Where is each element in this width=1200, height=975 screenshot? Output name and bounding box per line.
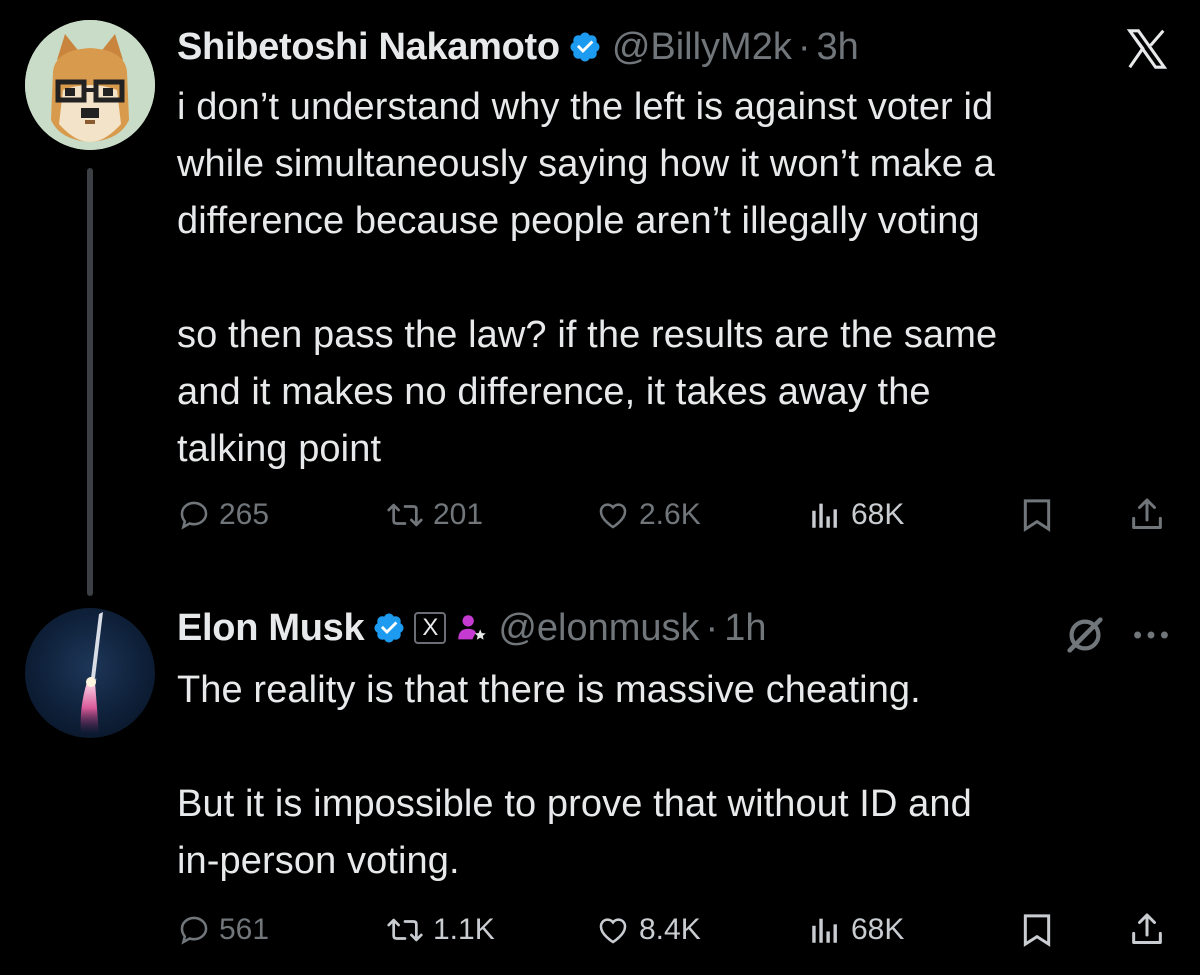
author-handle[interactable]: @BillyM2k (612, 26, 792, 69)
separator-dot: · (705, 606, 719, 649)
views-button[interactable]: 68K (807, 490, 904, 540)
verified-icon[interactable] (568, 30, 602, 64)
rocket-avatar-icon (80, 612, 103, 734)
repost-count: 1.1K (433, 913, 495, 946)
tweet-text-line: while simultaneously saying how it won’t… (177, 143, 995, 185)
action-bar: 561 1.1K 8.4K 68K (177, 905, 1177, 955)
repost-button[interactable]: 1.1K (385, 905, 495, 955)
avatar-shibetoshi[interactable] (25, 20, 155, 150)
views-icon (812, 503, 837, 528)
reply-button[interactable]: 561 (177, 905, 269, 955)
views-count: 68K (851, 498, 905, 531)
tweet-text-line: in-person voting. (177, 840, 460, 882)
x-logo-icon (1126, 29, 1168, 69)
verified-icon[interactable] (372, 611, 406, 645)
share-button[interactable] (1127, 905, 1175, 955)
avatar-elonmusk[interactable] (25, 608, 155, 738)
reply-count: 265 (219, 498, 270, 531)
x-affiliate-badge[interactable]: X (414, 612, 447, 644)
thread-line (87, 168, 93, 596)
tweet-text-line: and it makes no difference, it takes awa… (177, 371, 931, 413)
like-icon (599, 918, 627, 944)
tweet-header: Elon Musk X @elonmusk · 1h (177, 603, 766, 653)
repost-button[interactable]: 201 (385, 490, 483, 540)
repost-count: 201 (433, 498, 484, 531)
like-icon (599, 503, 627, 529)
reply-icon (180, 916, 208, 945)
author-name[interactable]: Elon Musk (177, 607, 365, 650)
like-count: 8.4K (639, 913, 701, 946)
share-icon (1132, 498, 1162, 529)
author-name[interactable]: Shibetoshi Nakamoto (177, 26, 560, 69)
grok-icon[interactable] (1062, 612, 1108, 658)
doge-avatar-icon (25, 20, 155, 150)
like-button[interactable]: 8.4K (595, 905, 701, 955)
views-count: 68K (851, 913, 905, 946)
tweet-elonmusk[interactable]: Elon Musk X @elonmusk · 1h The reality i… (0, 590, 1200, 975)
action-bar: 265 201 2.6K 68K (177, 490, 1177, 540)
tweet-shibetoshi[interactable]: Shibetoshi Nakamoto @BillyM2k · 3h i don… (0, 0, 1200, 596)
tweet-text-line: so then pass the law? if the results are… (177, 314, 998, 356)
reply-button[interactable]: 265 (177, 490, 269, 540)
reply-icon (180, 501, 208, 530)
reply-count: 561 (219, 913, 270, 946)
views-icon (812, 918, 837, 943)
bookmark-button[interactable] (1017, 490, 1065, 540)
tweet-text: The reality is that there is massive che… (177, 662, 1167, 890)
repost-icon (387, 918, 423, 942)
timestamp[interactable]: 1h (724, 607, 766, 650)
share-icon (1132, 913, 1162, 944)
tweet-text-line: difference because people aren’t illegal… (177, 200, 980, 242)
affiliate-icon[interactable] (454, 611, 488, 645)
tweet-text: i don’t understand why the left is again… (177, 79, 1167, 478)
separator-dot: · (797, 25, 811, 68)
tweet-text-line: But it is impossible to prove that witho… (177, 783, 972, 825)
tweet-text-line: The reality is that there is massive che… (177, 669, 921, 711)
tweet-text-line: talking point (177, 428, 382, 470)
author-handle[interactable]: @elonmusk (498, 607, 699, 650)
views-button[interactable]: 68K (807, 905, 904, 955)
tweet-header: Shibetoshi Nakamoto @BillyM2k · 3h (177, 22, 859, 72)
bookmark-icon (1023, 499, 1051, 532)
repost-icon (387, 503, 423, 527)
like-count: 2.6K (639, 498, 701, 531)
like-button[interactable]: 2.6K (595, 490, 701, 540)
share-button[interactable] (1127, 490, 1175, 540)
tweet-text-line: i don’t understand why the left is again… (177, 86, 994, 128)
more-icon[interactable] (1128, 612, 1174, 658)
timestamp[interactable]: 3h (817, 26, 859, 69)
bookmark-button[interactable] (1017, 905, 1065, 955)
bookmark-icon (1023, 914, 1051, 947)
